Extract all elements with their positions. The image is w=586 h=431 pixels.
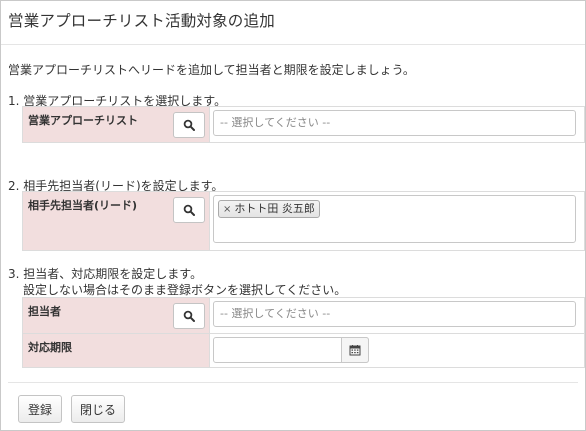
lead-label-cell: 相手先担当者(リード) (23, 192, 210, 250)
dialog: 営業アプローチリスト活動対象の追加 営業アプローチリストへリードを追加して担当者… (0, 0, 586, 431)
dialog-title: 営業アプローチリスト活動対象の追加 (8, 12, 275, 30)
search-icon (183, 204, 195, 216)
selected-lead-chip: × ホトト田 炎五郎 (218, 200, 320, 218)
selected-lead-name: ホトト田 炎五郎 (234, 202, 315, 215)
approach-list-search-button[interactable] (173, 112, 205, 138)
step3-form: 担当者 -- 選択してください -- 対応期限 (22, 297, 585, 368)
deadline-value-cell (211, 334, 584, 367)
assignee-label-cell: 担当者 (23, 298, 210, 333)
deadline-label: 対応期限 (28, 341, 72, 354)
deadline-date-input[interactable] (213, 337, 369, 363)
assignee-value-cell: -- 選択してください -- (211, 298, 584, 333)
search-icon (183, 310, 195, 322)
lead-multiselect[interactable]: × ホトト田 炎五郎 (213, 195, 576, 243)
lead-search-button[interactable] (173, 197, 205, 223)
chip-remove-icon[interactable]: × (223, 204, 231, 215)
footer-divider (8, 382, 578, 383)
lead-value-cell: × ホトト田 炎五郎 (211, 192, 584, 250)
approach-list-label: 営業アプローチリスト (28, 114, 138, 127)
search-icon (183, 119, 195, 131)
assignee-select[interactable]: -- 選択してください -- (213, 301, 576, 327)
lead-row: 相手先担当者(リード) × ホトト田 炎五郎 (23, 192, 584, 250)
approach-list-select[interactable]: -- 選択してください -- (213, 110, 576, 136)
step3-title: 3. 担当者、対応期限を設定します。 (8, 267, 203, 281)
deadline-label-cell: 対応期限 (23, 334, 210, 367)
step3-subtitle: 設定しない場合はそのまま登録ボタンを選択してください。 (23, 283, 347, 297)
close-button[interactable]: 閉じる (71, 395, 125, 423)
intro-text: 営業アプローチリストへリードを追加して担当者と期限を設定しましょう。 (8, 63, 415, 77)
assignee-row: 担当者 -- 選択してください -- (23, 298, 584, 334)
approach-list-value-cell: -- 選択してください -- (211, 107, 584, 142)
step1-form: 営業アプローチリスト -- 選択してください -- (22, 106, 585, 143)
register-button[interactable]: 登録 (18, 395, 62, 423)
assignee-search-button[interactable] (173, 303, 205, 329)
dialog-header: 営業アプローチリスト活動対象の追加 (1, 1, 585, 45)
approach-list-label-cell: 営業アプローチリスト (23, 107, 210, 142)
lead-label: 相手先担当者(リード) (28, 199, 138, 212)
assignee-label: 担当者 (28, 305, 61, 318)
deadline-row: 対応期限 (23, 334, 584, 367)
step2-form: 相手先担当者(リード) × ホトト田 炎五郎 (22, 191, 585, 251)
approach-list-row: 営業アプローチリスト -- 選択してください -- (23, 107, 584, 142)
